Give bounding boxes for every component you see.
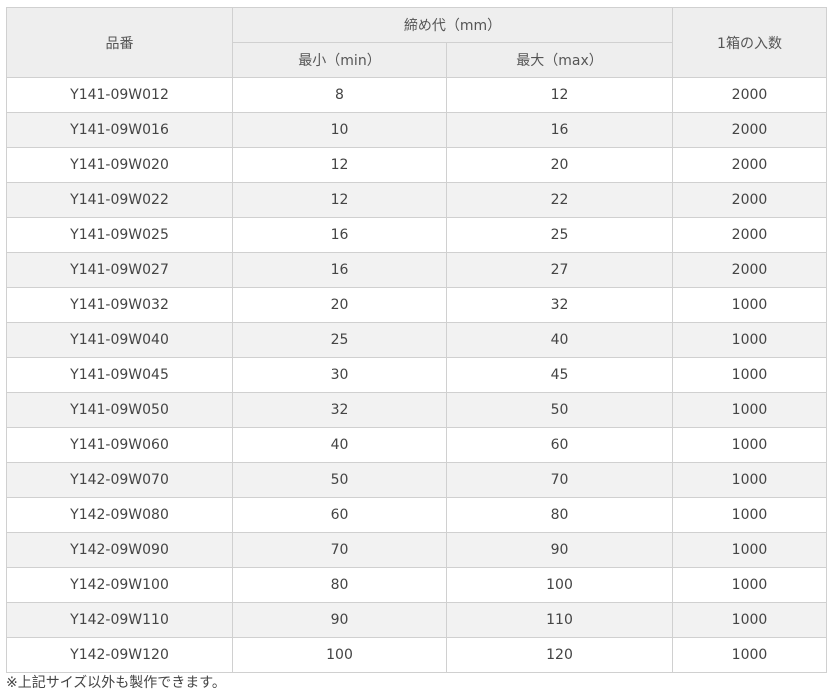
cell-min: 32 — [232, 392, 447, 428]
cell-min: 25 — [232, 322, 447, 358]
header-min: 最小（min） — [232, 42, 447, 78]
cell-qty: 2000 — [672, 217, 827, 253]
header-row-top: 品番 締め代（mm） 1箱の入数 — [6, 7, 827, 78]
cell-min: 40 — [232, 427, 447, 463]
table-body: Y141-09W012 8 12 2000 Y141-09W016 10 16 2000 Y14… — [6, 77, 827, 673]
cell-max: 50 — [446, 392, 673, 428]
cell-qty: 1000 — [672, 287, 827, 323]
cell-part-number: Y142-09W100 — [6, 567, 233, 603]
table-row: Y141-09W025 16 25 2000 — [6, 217, 827, 253]
cell-max: 25 — [446, 217, 673, 253]
cell-max: 120 — [446, 637, 673, 673]
cell-qty: 1000 — [672, 322, 827, 358]
cell-min: 60 — [232, 497, 447, 533]
table-row: Y142-09W100 80 100 1000 — [6, 567, 827, 603]
cell-min: 30 — [232, 357, 447, 393]
cell-part-number: Y141-09W027 — [6, 252, 233, 288]
cell-part-number: Y141-09W045 — [6, 357, 233, 393]
table-row: Y141-09W020 12 20 2000 — [6, 147, 827, 183]
table-row: Y142-09W120 100 120 1000 — [6, 637, 827, 673]
table-row: Y142-09W090 70 90 1000 — [6, 532, 827, 568]
cell-qty: 1000 — [672, 357, 827, 393]
cell-part-number: Y141-09W020 — [6, 147, 233, 183]
cell-max: 22 — [446, 182, 673, 218]
table-row: Y141-09W032 20 32 1000 — [6, 287, 827, 323]
cell-min: 12 — [232, 147, 447, 183]
cell-part-number: Y141-09W016 — [6, 112, 233, 148]
cell-max: 100 — [446, 567, 673, 603]
table-row: Y141-09W040 25 40 1000 — [6, 322, 827, 358]
cell-part-number: Y141-09W025 — [6, 217, 233, 253]
cell-qty: 1000 — [672, 602, 827, 638]
cell-min: 10 — [232, 112, 447, 148]
cell-min: 20 — [232, 287, 447, 323]
cell-max: 80 — [446, 497, 673, 533]
cell-min: 80 — [232, 567, 447, 603]
cell-min: 8 — [232, 77, 447, 113]
cell-qty: 2000 — [672, 147, 827, 183]
spec-table: 品番 締め代（mm） 1箱の入数 最小（min） 最大（max） Y141-09… — [6, 7, 827, 673]
cell-max: 40 — [446, 322, 673, 358]
cell-min: 50 — [232, 462, 447, 498]
table-row: Y142-09W070 50 70 1000 — [6, 462, 827, 498]
cell-qty: 1000 — [672, 567, 827, 603]
cell-part-number: Y142-09W070 — [6, 462, 233, 498]
table-row: Y141-09W027 16 27 2000 — [6, 252, 827, 288]
cell-max: 70 — [446, 462, 673, 498]
cell-part-number: Y142-09W110 — [6, 602, 233, 638]
table-row: Y142-09W110 90 110 1000 — [6, 602, 827, 638]
cell-min: 12 — [232, 182, 447, 218]
spec-table-container: 品番 締め代（mm） 1箱の入数 最小（min） 最大（max） Y141-09… — [6, 7, 827, 673]
cell-part-number: Y141-09W032 — [6, 287, 233, 323]
header-range-group: 締め代（mm） — [232, 7, 673, 43]
cell-max: 110 — [446, 602, 673, 638]
cell-max: 45 — [446, 357, 673, 393]
cell-max: 90 — [446, 532, 673, 568]
table-row: Y141-09W060 40 60 1000 — [6, 427, 827, 463]
cell-part-number: Y141-09W012 — [6, 77, 233, 113]
footnote: ※上記サイズ以外も製作できます。 — [6, 675, 226, 691]
cell-part-number: Y141-09W022 — [6, 182, 233, 218]
cell-min: 70 — [232, 532, 447, 568]
cell-qty: 2000 — [672, 252, 827, 288]
cell-max: 32 — [446, 287, 673, 323]
cell-qty: 1000 — [672, 392, 827, 428]
cell-min: 90 — [232, 602, 447, 638]
cell-min: 16 — [232, 252, 447, 288]
table-row: Y141-09W045 30 45 1000 — [6, 357, 827, 393]
cell-part-number: Y141-09W060 — [6, 427, 233, 463]
cell-qty: 2000 — [672, 112, 827, 148]
cell-qty: 1000 — [672, 497, 827, 533]
cell-max: 12 — [446, 77, 673, 113]
table-row: Y142-09W080 60 80 1000 — [6, 497, 827, 533]
cell-min: 100 — [232, 637, 447, 673]
cell-max: 16 — [446, 112, 673, 148]
cell-part-number: Y142-09W090 — [6, 532, 233, 568]
cell-max: 60 — [446, 427, 673, 463]
header-part-number: 品番 — [6, 7, 233, 78]
cell-max: 20 — [446, 147, 673, 183]
cell-min: 16 — [232, 217, 447, 253]
table-header: 品番 締め代（mm） 1箱の入数 最小（min） 最大（max） — [6, 7, 827, 78]
cell-qty: 1000 — [672, 462, 827, 498]
header-max: 最大（max） — [446, 42, 673, 78]
table-row: Y141-09W050 32 50 1000 — [6, 392, 827, 428]
table-row: Y141-09W012 8 12 2000 — [6, 77, 827, 113]
cell-max: 27 — [446, 252, 673, 288]
cell-part-number: Y141-09W040 — [6, 322, 233, 358]
cell-part-number: Y141-09W050 — [6, 392, 233, 428]
cell-qty: 2000 — [672, 77, 827, 113]
cell-qty: 1000 — [672, 427, 827, 463]
cell-part-number: Y142-09W080 — [6, 497, 233, 533]
header-qty-per-box: 1箱の入数 — [672, 7, 827, 78]
cell-qty: 1000 — [672, 532, 827, 568]
cell-part-number: Y142-09W120 — [6, 637, 233, 673]
table-row: Y141-09W022 12 22 2000 — [6, 182, 827, 218]
table-row: Y141-09W016 10 16 2000 — [6, 112, 827, 148]
cell-qty: 2000 — [672, 182, 827, 218]
cell-qty: 1000 — [672, 637, 827, 673]
